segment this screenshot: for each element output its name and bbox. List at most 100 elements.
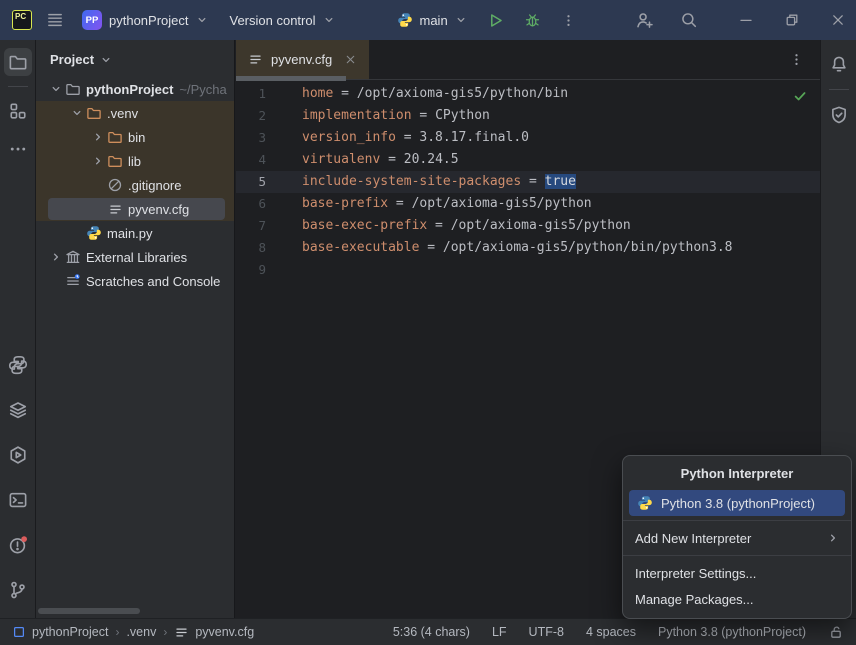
tree-item-label: External Libraries (86, 250, 187, 265)
python-console-icon[interactable] (4, 351, 32, 379)
code-text: base-exec-prefix = /opt/axioma-gis5/pyth… (282, 215, 631, 237)
code-area[interactable]: 1home = /opt/axioma-gis5/python/bin2impl… (236, 80, 820, 281)
breadcrumb-pythonproject[interactable]: pythonProject (12, 625, 108, 639)
structure-icon[interactable] (4, 97, 32, 125)
project-widget[interactable]: PP pythonProject (74, 5, 216, 35)
breadcrumb-label: pythonProject (32, 625, 108, 639)
status-5-36-4-chars-[interactable]: 5:36 (4 chars) (393, 625, 470, 639)
more-tool-windows-icon[interactable] (4, 135, 32, 163)
git-branch-icon[interactable] (4, 576, 32, 604)
tree-item-label: Scratches and Console (86, 274, 220, 289)
code-line-3[interactable]: 3version_info = 3.8.17.final.0 (236, 127, 820, 149)
chevron-right-icon[interactable] (90, 153, 106, 169)
problems-icon[interactable] (4, 531, 32, 559)
line-number: 7 (236, 215, 282, 237)
chevron-down-icon[interactable] (69, 105, 85, 121)
unlock-icon[interactable] (828, 624, 844, 640)
services-icon[interactable] (4, 441, 32, 469)
tree-item-pyvenv-cfg[interactable]: pyvenv.cfg (36, 197, 234, 221)
text-file-icon (174, 625, 189, 640)
close-icon[interactable] (830, 12, 846, 28)
code-line-5[interactable]: 5include-system-site-packages = true (236, 171, 820, 193)
debug-icon[interactable] (524, 12, 541, 29)
project-badge: PP (82, 10, 102, 30)
code-line-4[interactable]: 4virtualenv = 20.24.5 (236, 149, 820, 171)
run-configuration-selector[interactable]: main (389, 7, 475, 33)
terminal-icon[interactable] (4, 486, 32, 514)
vcs-widget[interactable]: Version control (222, 8, 343, 33)
excluded-folder-icon (86, 105, 102, 121)
run-widget-group: main (389, 7, 576, 33)
left-strip-bottom (4, 351, 32, 618)
project-name: pythonProject (109, 13, 189, 28)
code-text: include-system-site-packages = true (282, 171, 576, 193)
project-panel-header[interactable]: Project (36, 40, 234, 75)
shield-icon[interactable] (825, 101, 853, 129)
tree-item-lib[interactable]: lib (36, 149, 234, 173)
search-icon[interactable] (680, 11, 698, 29)
tree-item-label: .gitignore (128, 178, 181, 193)
menu-item-python-3-8-pythonproject-[interactable]: Python 3.8 (pythonProject) (629, 490, 845, 516)
code-line-6[interactable]: 6base-prefix = /opt/axioma-gis5/python (236, 193, 820, 215)
code-value: /opt/axioma-gis5/python (451, 218, 631, 233)
chevron-down-icon[interactable] (48, 81, 64, 97)
excluded-folder-icon (107, 129, 123, 145)
status-4-spaces[interactable]: 4 spaces (586, 625, 636, 639)
tree-item-main-py[interactable]: main.py (36, 221, 234, 245)
status-python-3-8-pythonproject-[interactable]: Python 3.8 (pythonProject) (658, 625, 806, 639)
add-user-icon[interactable] (635, 11, 654, 30)
popup-title: Python Interpreter (623, 456, 851, 489)
text-file-icon (248, 52, 263, 67)
breadcrumb--venv[interactable]: .venv (126, 625, 156, 639)
project-folder-icon (8, 52, 28, 72)
horizontal-scrollbar[interactable] (38, 608, 140, 614)
run-icon[interactable] (487, 12, 504, 29)
minimize-icon[interactable] (738, 12, 754, 28)
menu-item-add-new-interpreter[interactable]: Add New Interpreter (623, 525, 851, 551)
editor-tab-pyvenv[interactable]: pyvenv.cfg (236, 40, 369, 79)
tree-item--gitignore[interactable]: .gitignore (36, 173, 234, 197)
code-line-9[interactable]: 9 (236, 259, 820, 281)
chevron-right-icon[interactable] (90, 129, 106, 145)
terminal-icon (8, 490, 28, 510)
maximize-icon[interactable] (784, 12, 800, 28)
project-folder-icon[interactable] (4, 48, 32, 76)
tree-item--venv[interactable]: .venv (36, 101, 234, 125)
breadcrumbs: pythonProject›.venv›pyvenv.cfg (12, 625, 254, 640)
scratches-icon (65, 273, 81, 289)
chevron-right-icon[interactable] (48, 249, 64, 265)
code-text: base-prefix = /opt/axioma-gis5/python (282, 193, 592, 215)
tree-item-bin[interactable]: bin (36, 125, 234, 149)
code-line-7[interactable]: 7base-exec-prefix = /opt/axioma-gis5/pyt… (236, 215, 820, 237)
tree-item-pythonproject[interactable]: pythonProject~/Pycha (36, 77, 234, 101)
tree-item-scratches-and-console[interactable]: Scratches and Console (36, 269, 234, 293)
code-value: /opt/axioma-gis5/python/bin/python3.8 (443, 240, 733, 255)
code-text: home = /opt/axioma-gis5/python/bin (282, 83, 568, 105)
python-packages-icon[interactable] (4, 396, 32, 424)
vcs-label: Version control (230, 13, 316, 28)
more-icon[interactable] (789, 52, 804, 67)
code-line-1[interactable]: 1home = /opt/axioma-gis5/python/bin (236, 83, 820, 105)
hamburger-icon[interactable] (46, 11, 64, 29)
status-lf[interactable]: LF (492, 625, 507, 639)
breadcrumb-pyvenv-cfg[interactable]: pyvenv.cfg (174, 625, 254, 640)
chevron-down-icon (196, 14, 208, 26)
code-line-8[interactable]: 8base-executable = /opt/axioma-gis5/pyth… (236, 237, 820, 259)
titlebar: PC PP pythonProject Version control main (0, 0, 856, 40)
notifications-bell-icon[interactable] (825, 50, 853, 78)
close-icon[interactable] (344, 53, 357, 66)
more-tool-windows-icon (8, 139, 28, 159)
menu-separator (623, 555, 851, 556)
code-line-2[interactable]: 2implementation = CPython (236, 105, 820, 127)
statusbar-widgets: 5:36 (4 chars) LF UTF-8 4 spaces Python 3.8 … (393, 624, 844, 640)
statusbar: pythonProject›.venv›pyvenv.cfg 5:36 (4 c… (0, 618, 856, 645)
tree-item-external-libraries[interactable]: External Libraries (36, 245, 234, 269)
chevron-spacer (90, 201, 106, 217)
menu-item-label: Interpreter Settings... (635, 566, 756, 581)
divider (8, 86, 28, 87)
more-icon[interactable] (561, 13, 576, 28)
line-number: 2 (236, 105, 282, 127)
status-utf-8[interactable]: UTF-8 (529, 625, 564, 639)
menu-item-manage-packages-[interactable]: Manage Packages... (623, 586, 851, 612)
menu-item-interpreter-settings-[interactable]: Interpreter Settings... (623, 560, 851, 586)
